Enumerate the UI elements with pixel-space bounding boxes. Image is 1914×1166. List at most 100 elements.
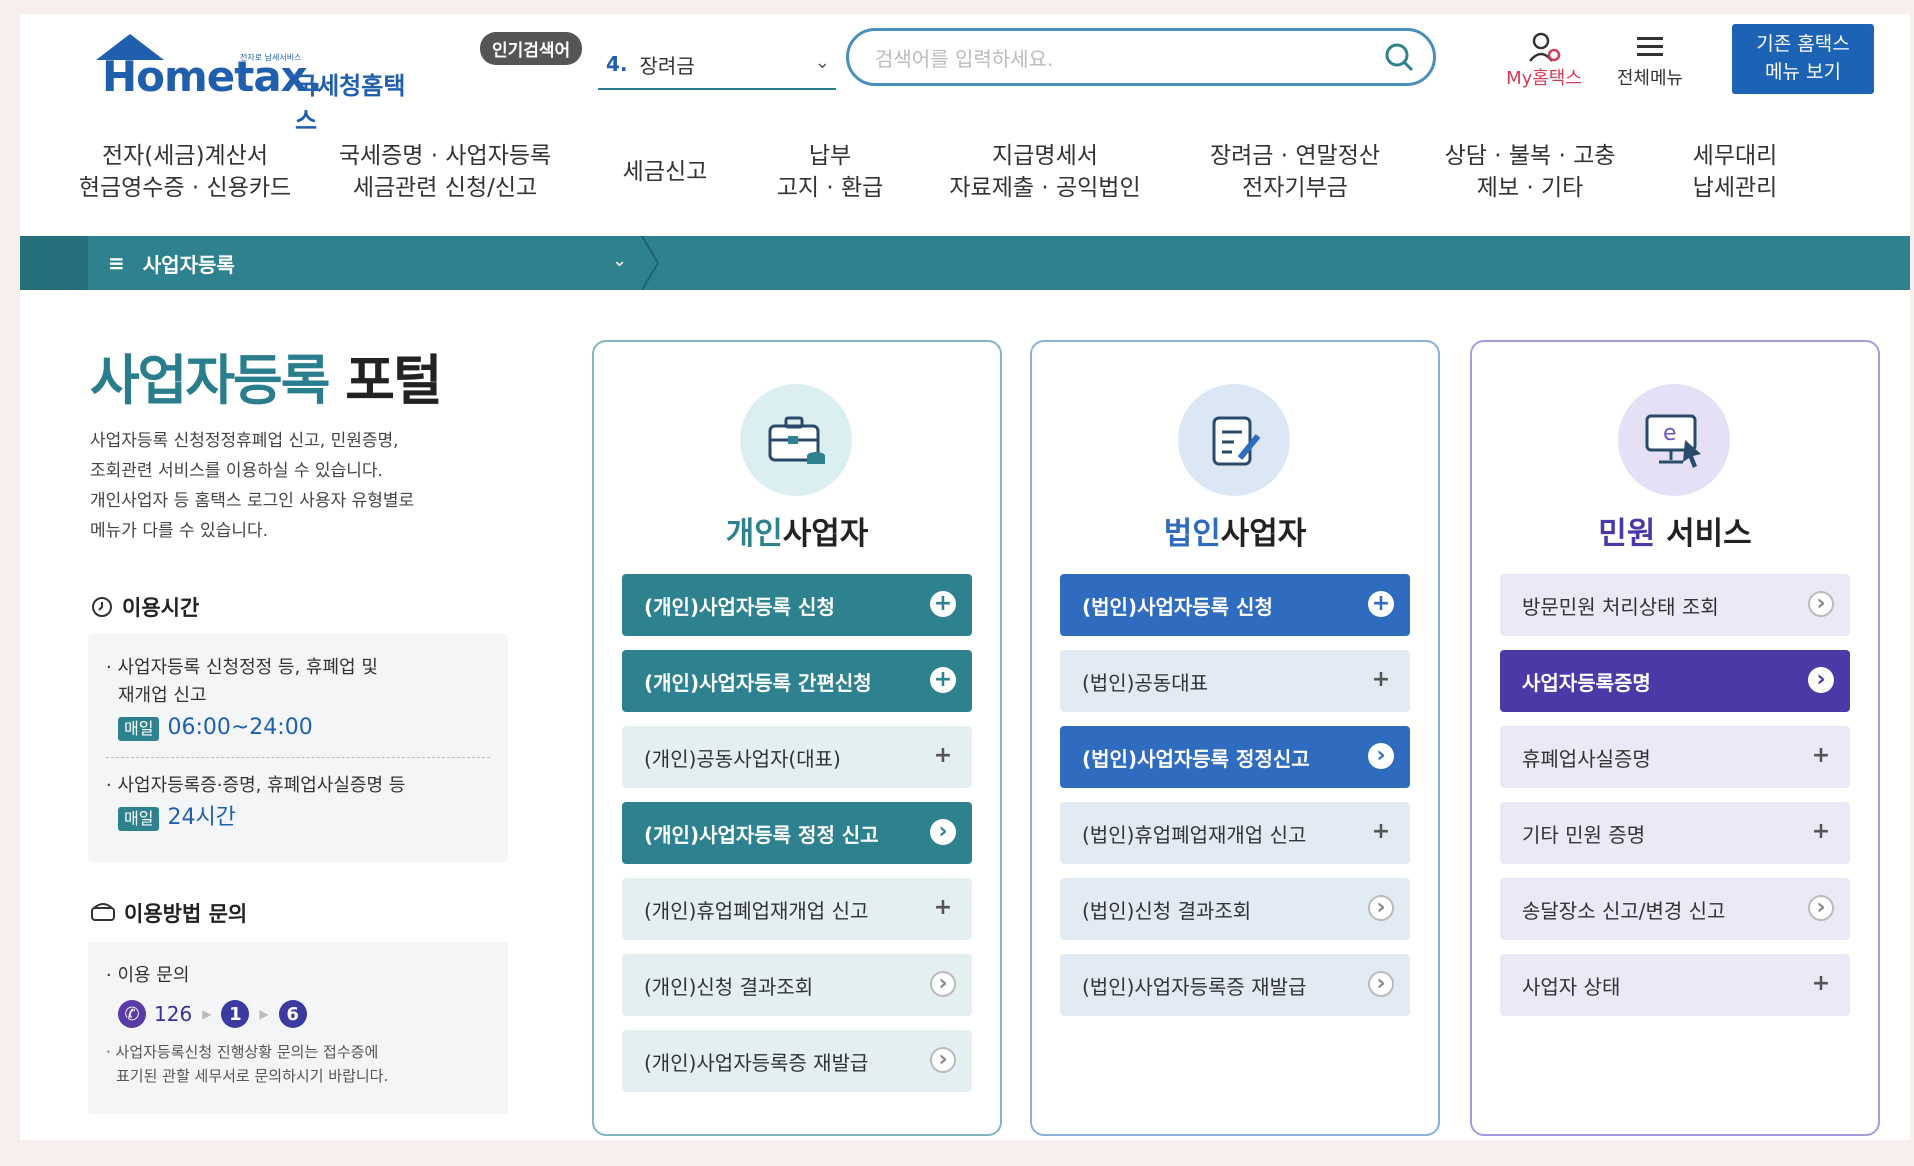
- menu-item-label: (법인)휴업폐업재개업 신고: [1082, 822, 1307, 847]
- chevron-down-icon[interactable]: ⌄: [612, 250, 627, 271]
- menu-item-label: 사업자등록증명: [1522, 670, 1651, 695]
- old-hometax-menu-button[interactable]: 기존 홈택스 메뉴 보기: [1732, 24, 1874, 94]
- plus-icon: +: [933, 895, 953, 920]
- nav-item-tax-agent[interactable]: 세무대리 납세관리: [1650, 132, 1820, 212]
- menu-item-label: (개인)사업자등록 간편신청: [644, 670, 872, 695]
- card-menu-item[interactable]: (개인)신청 결과조회 ›: [622, 954, 972, 1016]
- menu-item-label: (법인)신청 결과조회: [1082, 898, 1252, 923]
- breadcrumb-separator: [641, 236, 660, 290]
- nav-item-payment-statement[interactable]: 지급명세서 자료제출 · 공익법인: [910, 132, 1180, 212]
- popular-rank: 4.: [606, 52, 628, 76]
- menu-item-label: (법인)사업자등록증 재발급: [1082, 974, 1307, 999]
- daily-badge: 매일: [118, 807, 160, 831]
- nav-item-tax-report[interactable]: 세금신고: [580, 132, 750, 212]
- menu-list-icon: ≡: [108, 251, 125, 275]
- plus-icon: +: [933, 743, 953, 768]
- my-hometax-label: My홈택스: [1506, 68, 1582, 89]
- menu-item-label: 송달장소 신고/변경 신고: [1522, 898, 1726, 923]
- card-menu-item[interactable]: 사업자 상태 +: [1500, 954, 1850, 1016]
- popular-search-select[interactable]: 4. 장려금 ⌄: [598, 40, 836, 90]
- search-box: [846, 28, 1436, 86]
- plus-icon: +: [1811, 819, 1831, 844]
- chevron-right-icon: ›: [1368, 895, 1394, 921]
- card-menu-list: (법인)사업자등록 신청 + (법인)공동대표 + (법인)사업자등록 정정신고 › (법인…: [1060, 574, 1410, 1030]
- chevron-right-icon: ›: [930, 1047, 956, 1073]
- briefcase-icon: [740, 384, 852, 496]
- chevron-right-icon: ›: [1368, 743, 1394, 769]
- chevron-right-icon: ›: [930, 819, 956, 845]
- card-menu-item[interactable]: (법인)휴업폐업재개업 신고 +: [1060, 802, 1410, 864]
- all-menu-label: 전체메뉴: [1616, 68, 1684, 89]
- chevron-right-icon: ›: [930, 971, 956, 997]
- plus-icon: +: [1811, 971, 1831, 996]
- hometax-logo[interactable]: 전자로 납세서비스 Hometax. 국세청홈택스: [90, 30, 410, 135]
- chevron-right-icon: ›: [1808, 895, 1834, 921]
- card-menu-item[interactable]: 휴폐업사실증명 +: [1500, 726, 1850, 788]
- card-menu-item[interactable]: (개인)사업자등록 신청 +: [622, 574, 972, 636]
- page-frame: 전자로 납세서비스 Hometax. 국세청홈택스 인기검색어 4. 장려금 ⌄…: [20, 14, 1910, 1140]
- my-hometax-button[interactable]: My홈택스: [1494, 30, 1594, 90]
- chevron-right-icon: ›: [1808, 667, 1834, 693]
- search-input[interactable]: [873, 43, 1357, 75]
- card-menu-item[interactable]: 방문민원 처리상태 조회 ›: [1500, 574, 1850, 636]
- card-title: 개인사업자: [725, 516, 869, 552]
- phone-call-icon: ✆: [118, 1000, 146, 1028]
- card-menu-item[interactable]: (개인)휴업폐업재개업 신고 +: [622, 878, 972, 940]
- hours-item-1: · 사업자등록 신청정정 등, 휴폐업 및 재개업 신고 매일 06:00~24:…: [106, 657, 378, 741]
- plus-icon: +: [930, 591, 956, 617]
- user-icon: [1529, 32, 1561, 62]
- card-menu-item[interactable]: (법인)신청 결과조회 ›: [1060, 878, 1410, 940]
- hours-time: 24시간: [167, 805, 236, 830]
- menu-item-label: 방문민원 처리상태 조회: [1522, 594, 1719, 619]
- menu-item-label: (개인)신청 결과조회: [644, 974, 814, 999]
- card-menu-item[interactable]: (법인)사업자등록증 재발급 ›: [1060, 954, 1410, 1016]
- page-title: 사업자등록 포털: [90, 349, 443, 412]
- plus-icon: +: [1371, 819, 1391, 844]
- menu-item-label: (법인)공동대표: [1082, 670, 1209, 695]
- nav-item-certificate[interactable]: 국세증명 · 사업자등록 세금관련 신청/신고: [310, 132, 580, 212]
- inquiry-label: · 이용 문의: [106, 965, 190, 986]
- nav-item-consult[interactable]: 상담 · 불복 · 고충 제보 · 기타: [1410, 132, 1650, 212]
- step-6: 6: [278, 1000, 307, 1028]
- card-menu-item[interactable]: (법인)사업자등록 정정신고 ›: [1060, 726, 1410, 788]
- card-menu-item[interactable]: 기타 민원 증명 +: [1500, 802, 1850, 864]
- plus-icon: +: [1371, 667, 1391, 692]
- hours-time: 06:00~24:00: [167, 715, 313, 740]
- home-tab[interactable]: [20, 236, 88, 290]
- page-description: 사업자등록 신청정정휴폐업 신고, 민원증명, 조회관련 서비스를 이용하실 수…: [90, 431, 415, 541]
- card-menu-item[interactable]: (법인)공동대표 +: [1060, 650, 1410, 712]
- card-menu-item[interactable]: 송달장소 신고/변경 신고 ›: [1500, 878, 1850, 940]
- card-menu-item[interactable]: (개인)사업자등록 정정 신고 ›: [622, 802, 972, 864]
- logo-korean: 국세청홈택스: [295, 72, 406, 135]
- menu-item-label: (개인)사업자등록 정정 신고: [644, 822, 879, 847]
- card-civil-service: e 민원 서비스 방문민원 처리상태 조회 › 사업자등록증명 › 휴폐업사실증명 + 기타…: [1470, 340, 1880, 1136]
- inquiry-number: 126: [154, 1002, 193, 1026]
- card-title: 민원 서비스: [1598, 516, 1752, 552]
- document-pen-icon: [1178, 384, 1290, 496]
- hours-item-2: · 사업자등록증·증명, 휴폐업사실증명 등 매일 24시간: [106, 775, 406, 831]
- nav-item-incentive[interactable]: 장려금 · 연말정산 전자기부금: [1180, 132, 1410, 212]
- menu-item-label: 사업자 상태: [1522, 974, 1621, 999]
- card-menu-item[interactable]: (개인)사업자등록증 재발급 ›: [622, 1030, 972, 1092]
- card-menu-item[interactable]: (개인)사업자등록 간편신청 +: [622, 650, 972, 712]
- popular-keyword: 장려금: [639, 53, 695, 78]
- card-corporate: 법인사업자 (법인)사업자등록 신청 + (법인)공동대표 + (법인)사업자등록 정정…: [1030, 340, 1440, 1136]
- card-menu-item[interactable]: (법인)사업자등록 신청 +: [1060, 574, 1410, 636]
- card-menu-item[interactable]: 사업자등록증명 ›: [1500, 650, 1850, 712]
- menu-item-label: (개인)휴업폐업재개업 신고: [644, 898, 869, 923]
- popular-search-label: 인기검색어: [480, 32, 583, 65]
- all-menu-button[interactable]: 전체메뉴: [1600, 30, 1700, 90]
- logo-text: Hometax.: [102, 52, 323, 101]
- nav-item-einvoice[interactable]: 전자(세금)계산서 현금영수증 · 신용카드: [20, 132, 310, 212]
- search-icon[interactable]: [1383, 41, 1415, 73]
- chevron-right-icon: ›: [1368, 971, 1394, 997]
- breadcrumb-bar: ≡ 사업자등록 ⌄: [20, 236, 1910, 290]
- menu-item-label: (법인)사업자등록 정정신고: [1082, 746, 1310, 771]
- menu-item-label: (법인)사업자등록 신청: [1082, 594, 1273, 619]
- card-menu-item[interactable]: (개인)공동사업자(대표) +: [622, 726, 972, 788]
- menu-item-label: 기타 민원 증명: [1522, 822, 1646, 847]
- daily-badge: 매일: [118, 717, 160, 741]
- nav-item-payment[interactable]: 납부 고지 · 환급: [750, 132, 910, 212]
- breadcrumb[interactable]: ≡ 사업자등록: [108, 236, 235, 290]
- card-title: 법인사업자: [1163, 516, 1307, 552]
